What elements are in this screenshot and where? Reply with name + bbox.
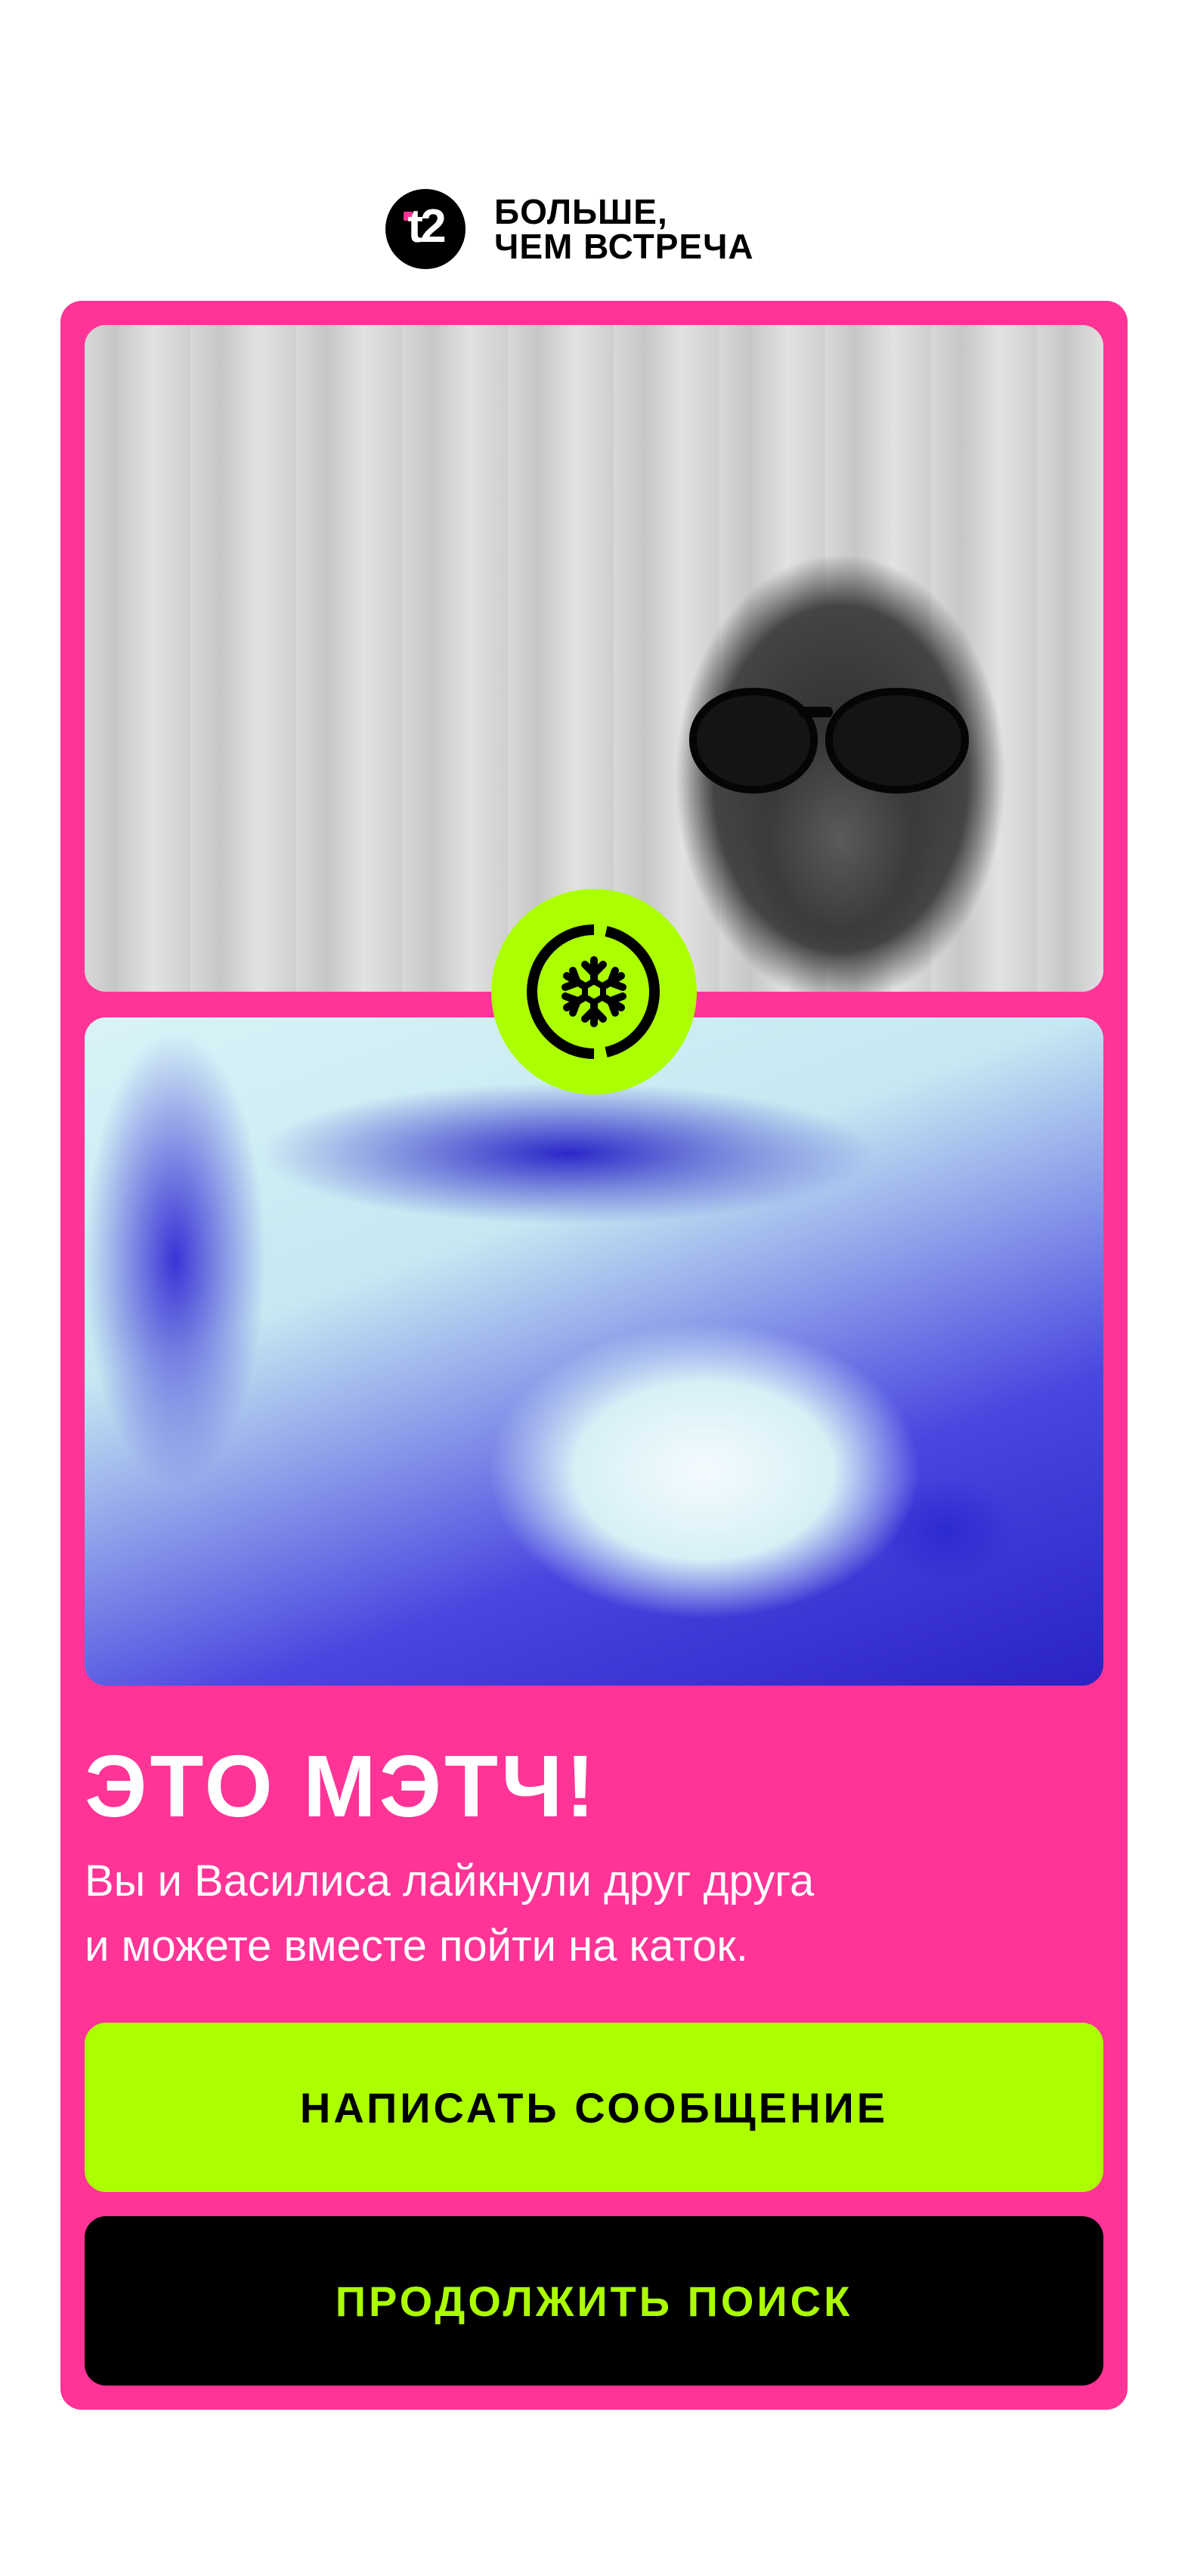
glasses-bridge <box>799 707 833 717</box>
slogan: БОЛЬШЕ, ЧЕМ ВСТРЕЧА <box>494 194 754 264</box>
slogan-line-1: БОЛЬШЕ, <box>494 192 668 231</box>
logo-text: t2 <box>407 200 446 252</box>
snowflake-icon <box>527 924 660 1059</box>
match-title: ЭТО МЭТЧ! <box>85 1737 599 1835</box>
match-card: ЭТО МЭТЧ! Вы и Василиса лайкнули друг др… <box>60 301 1128 2410</box>
match-description: Вы и Василиса лайкнули друг друга и може… <box>85 1849 1082 1979</box>
t2-logo-icon: t2 <box>385 189 466 269</box>
glasses-right <box>825 688 969 794</box>
match-photo-image <box>85 1017 1103 1686</box>
match-description-line-1: Вы и Василиса лайкнули друг друга <box>85 1856 815 1906</box>
header: t2 БОЛЬШЕ, ЧЕМ ВСТРЕЧА <box>385 189 754 269</box>
write-message-button[interactable]: НАПИСАТЬ СООБЩЕНИЕ <box>85 2023 1103 2192</box>
slogan-line-2: ЧЕМ ВСТРЕЧА <box>494 227 754 266</box>
match-photo <box>85 1017 1103 1686</box>
glasses-left <box>689 688 818 794</box>
continue-search-button[interactable]: ПРОДОЛЖИТЬ ПОИСК <box>85 2216 1103 2386</box>
match-badge <box>491 889 697 1094</box>
match-description-line-2: и можете вместе пойти на каток. <box>85 1921 748 1971</box>
